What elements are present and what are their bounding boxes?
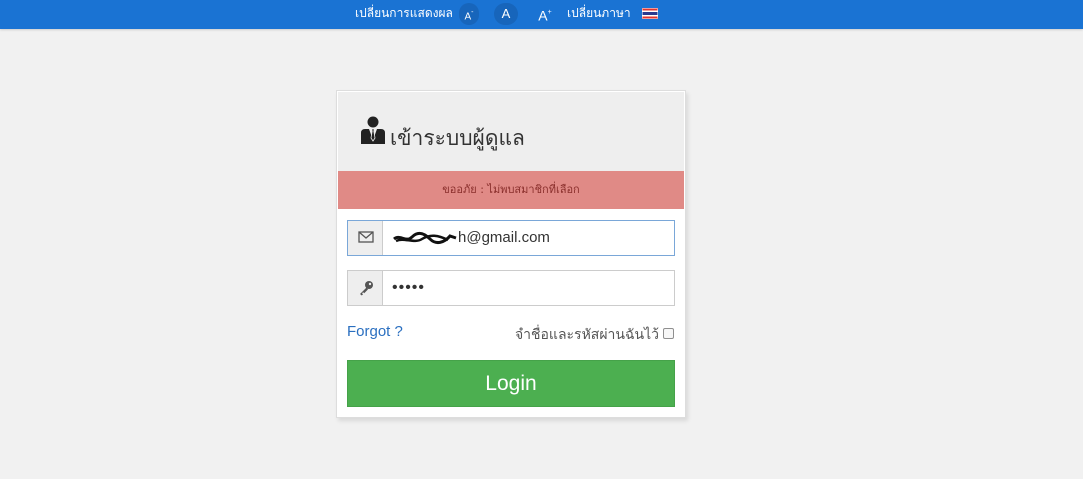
password-value: ••••• <box>392 279 426 296</box>
user-suit-icon <box>361 116 385 144</box>
top-bar: เปลี่ยนการแสดงผล A- A A+ เปลี่ยนภาษา <box>0 0 1083 29</box>
font-normal-label: A <box>501 6 511 21</box>
change-language-label: เปลี่ยนภาษา <box>567 6 631 20</box>
font-size-large-button[interactable]: A+ <box>533 3 557 25</box>
password-field[interactable]: ••••• <box>347 270 675 306</box>
login-button[interactable]: Login <box>347 360 675 407</box>
password-addon <box>348 271 383 305</box>
font-large-sup: + <box>547 9 552 16</box>
email-addon <box>348 221 383 255</box>
forgot-password-link[interactable]: Forgot ? <box>347 323 403 340</box>
display-settings-label: เปลี่ยนการแสดงผล <box>355 6 453 20</box>
remember-me-checkbox[interactable] <box>663 328 674 339</box>
redacted-scribble <box>393 231 457 245</box>
key-icon <box>360 281 373 296</box>
font-small-sup: - <box>471 9 474 16</box>
login-title: เข้าระบบผู้ดูแล <box>390 126 525 150</box>
thai-flag-icon[interactable] <box>642 8 658 19</box>
font-size-small-button[interactable]: A- <box>459 3 479 25</box>
login-header: เข้าระบบผู้ดูแล <box>338 92 684 171</box>
remember-me-label: จำชื่อและรหัสผ่านฉันไว้ <box>514 327 659 343</box>
error-alert: ขออภัย : ไม่พบสมาชิกที่เลือก <box>338 171 684 209</box>
email-value: h@gmail.com <box>458 229 550 246</box>
email-field[interactable]: h@gmail.com <box>347 220 675 256</box>
login-card: เข้าระบบผู้ดูแล ขออภัย : ไม่พบสมาชิกที่เ… <box>336 90 686 418</box>
font-large-label: A <box>538 7 548 24</box>
envelope-icon <box>358 231 374 243</box>
font-size-normal-button[interactable]: A <box>494 3 518 25</box>
